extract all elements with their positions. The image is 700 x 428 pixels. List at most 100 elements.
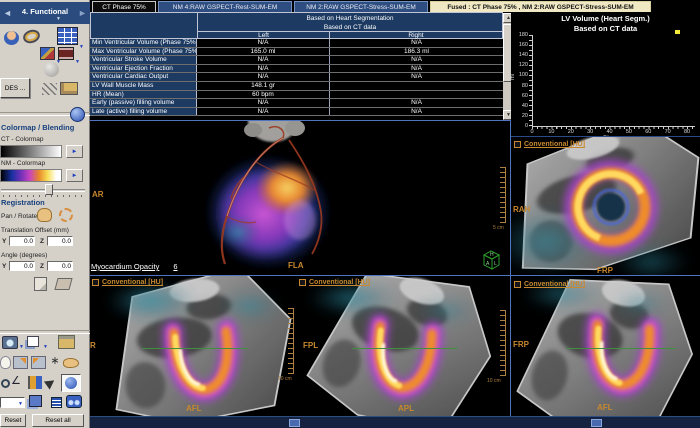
offset-y-axis-label: Y	[2, 238, 7, 245]
angle-y-field[interactable]	[9, 261, 35, 271]
layers-blue-icon[interactable]	[29, 395, 42, 407]
x-tick-label: 70	[664, 129, 671, 135]
overlay-label[interactable]: Conventional [HU]	[309, 279, 370, 286]
star-marker-icon[interactable]	[49, 355, 61, 368]
blend-slider[interactable]	[1, 184, 85, 198]
row-value-right: N/A	[329, 73, 503, 81]
table-row: Ventricular Cardiac Output N/A N/A	[90, 73, 503, 82]
scale-label: 5 cm	[493, 225, 504, 231]
overlay-checkbox[interactable]	[514, 281, 521, 288]
nm-colormap-gradient[interactable]	[0, 169, 62, 182]
reference-line[interactable]	[566, 348, 676, 349]
registration-section-title: Registration	[1, 198, 45, 207]
long-axis-view-middle[interactable]: Conventional [HU] FPL APL 10 cm	[296, 276, 511, 416]
tab-nm-stress[interactable]: NM 2:RAW GSPECT-Stress-SUM-EM	[294, 1, 428, 12]
snapshot-camera-icon[interactable]	[2, 336, 18, 349]
blend-slider-thumb[interactable]	[45, 184, 53, 195]
modes-button[interactable]: DES ...	[0, 78, 30, 98]
copy-layers-icon[interactable]	[27, 336, 39, 347]
angle-label: Angle (degrees)	[1, 252, 48, 259]
row-value-left: N/A	[197, 99, 329, 107]
reset-button[interactable]: Reset	[0, 414, 26, 427]
angle-z-field[interactable]	[47, 261, 73, 271]
row-label: Ventricular Ejection Fraction	[90, 64, 197, 73]
rotate-view-alt-icon[interactable]	[31, 356, 46, 369]
overlay-label[interactable]: Conventional [HU]	[102, 279, 163, 286]
next-step-button[interactable]: ►	[75, 2, 90, 24]
offset-z-field[interactable]	[47, 236, 73, 246]
reference-line[interactable]	[142, 348, 248, 349]
page-flip-icon[interactable]	[34, 277, 47, 291]
row-value-right: N/A	[329, 39, 503, 47]
bean-roi-icon[interactable]	[63, 358, 79, 368]
overlay-label[interactable]: Conventional [HU]	[524, 281, 585, 288]
offset-y-field[interactable]	[9, 236, 35, 246]
reset-all-button[interactable]: Reset all	[32, 414, 84, 427]
angle-measure-icon[interactable]	[11, 374, 26, 388]
step-dropdown-caret-icon[interactable]: ▼	[56, 16, 61, 22]
rotate-view-icon[interactable]	[13, 356, 28, 369]
camera-dropdown-caret-icon[interactable]: ▼	[19, 344, 24, 350]
panel-toggle-orb-button[interactable]	[70, 107, 85, 122]
tool-options-dropdown[interactable]: ▼	[0, 397, 25, 408]
tab-ct-phase[interactable]: CT Phase 75%	[92, 1, 156, 12]
binoculars-icon[interactable]	[66, 395, 82, 408]
myocardium-opacity-control[interactable]: Myocardium Opacity 6	[91, 262, 178, 271]
scale-ruler	[288, 308, 294, 374]
scale-label: 10 cm	[278, 376, 292, 382]
orbit-rings-icon[interactable]	[21, 27, 42, 46]
cine-dropdown-caret-icon[interactable]: ▼	[75, 59, 80, 65]
ct-colormap-gradient[interactable]	[0, 145, 62, 158]
layers-dropdown-caret-icon[interactable]: ▼	[43, 344, 48, 350]
orientation-label-bottom: APL	[398, 404, 414, 413]
row-label: Min Ventricular Volume (Phase 75%)	[90, 39, 197, 47]
tab-nm-rest[interactable]: NM 4:RAW GSPECT-Rest-SUM-EM	[158, 1, 292, 12]
volume-3d-view[interactable]: AR FLA 5 cm H A L Myocardium Opacity 6	[90, 120, 511, 275]
tooth-icon[interactable]	[0, 356, 11, 369]
orientation-label-left: FRP	[513, 340, 529, 349]
circle-marker-icon[interactable]	[1, 379, 10, 388]
angle-y-axis-label: Y	[2, 263, 7, 270]
pointer-tool-icon[interactable]	[43, 376, 58, 390]
slice-stack-icon[interactable]	[51, 397, 62, 408]
color-cube-icon[interactable]	[40, 47, 55, 60]
orientation-cube-icon[interactable]: H A L	[478, 247, 504, 273]
flag-marker-icon[interactable]	[28, 376, 42, 389]
rotate-icon[interactable]	[59, 208, 73, 222]
dropdown-caret-icon[interactable]: ▼	[18, 401, 23, 407]
bottom-splitter-bar	[90, 416, 700, 428]
cine-film-icon[interactable]	[58, 47, 74, 60]
divider	[0, 330, 90, 334]
x-tick-label: 50	[625, 129, 632, 135]
divider	[510, 120, 511, 416]
tab-fused[interactable]: Fused : CT Phase 75% , NM 2:RAW GSPECT-S…	[430, 1, 651, 12]
ct-colormap-menu-button[interactable]: ►	[66, 145, 83, 158]
hatching-icon[interactable]	[42, 83, 57, 95]
layout-dropdown-caret-icon[interactable]: ▼	[79, 44, 84, 50]
x-tick-label: 30	[587, 129, 594, 135]
x-tick-label: 10	[548, 129, 555, 135]
pan-hand-icon[interactable]	[37, 208, 52, 222]
splitter-handle-button[interactable]	[591, 419, 602, 427]
row-value-right: N/A	[329, 99, 503, 107]
ellipse-roi-button[interactable]	[61, 374, 81, 392]
layout-grid-icon[interactable]	[57, 27, 78, 45]
nm-colormap-menu-button[interactable]: ►	[66, 169, 83, 182]
patient-icon[interactable]	[4, 31, 19, 45]
eraser-icon[interactable]	[54, 278, 73, 290]
reference-line[interactable]	[352, 348, 458, 349]
short-axis-view[interactable]: Conventional [HU] RAH FRP	[511, 137, 700, 276]
table-header: Based on Heart Segmentation Based on CT …	[197, 12, 503, 32]
cube-letter-right: L	[494, 261, 497, 267]
overlay-label[interactable]: Conventional [HU]	[524, 141, 585, 148]
clipboard-icon[interactable]	[58, 335, 75, 349]
colormap-section-title: Colormap / Blending	[1, 123, 75, 132]
long-axis-view-right[interactable]: Conventional [HU] FRP AFL	[511, 276, 700, 416]
overlay-checkbox[interactable]	[514, 141, 521, 148]
previous-step-button[interactable]: ◄	[0, 2, 15, 24]
overlay-checkbox[interactable]	[299, 279, 306, 286]
long-axis-view-left[interactable]: Conventional [HU] R AFL 10 cm	[90, 276, 296, 416]
splitter-handle-button[interactable]	[289, 419, 300, 427]
overlay-checkbox[interactable]	[92, 279, 99, 286]
cassette-icon[interactable]	[60, 82, 78, 95]
